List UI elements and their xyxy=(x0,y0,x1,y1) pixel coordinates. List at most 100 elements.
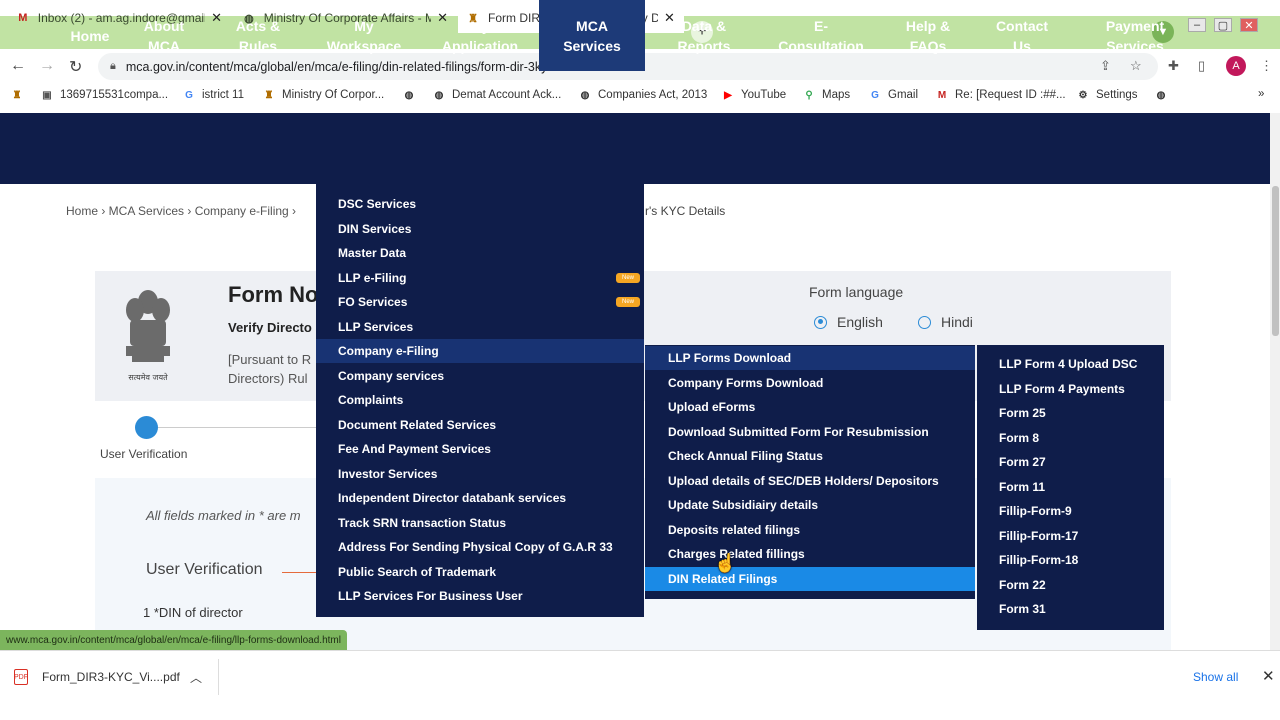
nav-my-application[interactable]: My Application xyxy=(430,0,530,71)
window-close-icon[interactable]: ✕ xyxy=(1240,18,1258,32)
scrollbar-thumb[interactable] xyxy=(1272,186,1279,336)
divider xyxy=(218,659,219,695)
submenu-download-resubmission[interactable]: Download Submitted Form For Resubmission xyxy=(645,420,975,444)
submenu-company-forms-download[interactable]: Company Forms Download xyxy=(645,371,975,395)
globe-icon: ◍ xyxy=(1156,89,1166,101)
nav-acts-rules[interactable]: Acts & Rules xyxy=(220,0,296,71)
menu-item-document-services[interactable]: Document Related Services xyxy=(316,413,644,437)
bookmark-item[interactable]: Gistrict 11 xyxy=(182,88,244,102)
national-emblem-logo: सत्यमेव जयते xyxy=(126,290,170,382)
bookmark-label: istrict 11 xyxy=(202,89,244,101)
nav-contact-us[interactable]: Contact Us xyxy=(982,0,1062,71)
gmail-icon: M xyxy=(937,89,947,101)
nav-mca-services[interactable]: MCA Services xyxy=(539,0,645,71)
submenu-upload-eforms[interactable]: Upload eForms xyxy=(645,395,975,419)
nav-my-workspace[interactable]: My Workspace xyxy=(314,0,414,71)
subsubmenu-form-22[interactable]: Form 22 xyxy=(977,573,1164,597)
radio-hindi[interactable]: Hindi xyxy=(918,314,973,330)
subsubmenu-fillip-form-9[interactable]: Fillip-Form-9 xyxy=(977,499,1164,523)
section-title: User Verification xyxy=(146,561,263,578)
bookmark-item[interactable]: ⚲ Maps xyxy=(802,88,850,102)
submenu-annual-filing-status[interactable]: Check Annual Filing Status xyxy=(645,444,975,468)
bookmark-item[interactable]: ⚙ Settings xyxy=(1076,88,1138,102)
menu-item-gar-33-address[interactable]: Address For Sending Physical Copy of G.A… xyxy=(316,535,644,559)
menu-item-llp-efiling[interactable]: LLP e-Filing xyxy=(316,266,644,290)
bookmark-item[interactable]: ♜ xyxy=(10,88,30,102)
globe-icon: ◍ xyxy=(404,89,414,101)
submenu-llp-forms-download[interactable]: LLP Forms Download xyxy=(645,346,975,370)
chevron-up-icon[interactable]: ︿ xyxy=(190,669,202,686)
bookmark-item[interactable]: ◍ Demat Account Ack... xyxy=(432,88,562,102)
subsubmenu-form-27[interactable]: Form 27 xyxy=(977,450,1164,474)
radio-english[interactable]: English xyxy=(814,314,883,330)
menu-item-track-srn[interactable]: Track SRN transaction Status xyxy=(316,511,644,535)
globe-icon: ◍ xyxy=(434,89,444,101)
download-item[interactable]: PDF Form_DIR3-KYC_Vi....pdf xyxy=(14,669,180,685)
subsubmenu-form-8[interactable]: Form 8 xyxy=(977,426,1164,450)
bookmark-item[interactable]: ◍ xyxy=(1154,88,1174,102)
menu-item-independent-director[interactable]: Independent Director databank services xyxy=(316,486,644,510)
subsubmenu-llp-form4-payments[interactable]: LLP Form 4 Payments xyxy=(977,377,1164,401)
avatar[interactable]: A xyxy=(1226,56,1246,76)
subsubmenu-llp-form4-dsc[interactable]: LLP Form 4 Upload DSC xyxy=(977,352,1164,376)
bookmark-item[interactable]: M Re: [Request ID :##... xyxy=(935,88,1066,102)
section-underline xyxy=(282,572,318,573)
submenu-din-related-filings[interactable]: DIN Related Filings xyxy=(645,567,975,591)
submenu-charges-filings[interactable]: Charges Related fillings xyxy=(645,542,975,566)
minimize-icon[interactable]: – xyxy=(1188,18,1206,32)
pdf-file-icon: PDF xyxy=(14,669,28,685)
subsubmenu-form-25[interactable]: Form 25 xyxy=(977,401,1164,425)
menu-item-fee-payment[interactable]: Fee And Payment Services xyxy=(316,437,644,461)
menu-item-din-services[interactable]: DIN Services xyxy=(316,217,644,241)
more-bookmarks-icon[interactable]: » xyxy=(1258,88,1264,100)
restore-icon[interactable]: ▢ xyxy=(1214,18,1232,32)
mouse-pointer-icon: ☝ xyxy=(714,553,737,573)
submenu-update-subsidiary[interactable]: Update Subsidiairy details xyxy=(645,493,975,517)
bookmark-item[interactable]: ◍ xyxy=(402,88,422,102)
side-panel-icon[interactable]: ▯ xyxy=(1198,58,1205,74)
nav-help-faqs[interactable]: Help & FAQs xyxy=(892,0,964,71)
back-icon[interactable]: ← xyxy=(10,57,26,75)
menu-item-trademark-search[interactable]: Public Search of Trademark xyxy=(316,560,644,584)
menu-item-investor-services[interactable]: Investor Services xyxy=(316,462,644,486)
menu-item-master-data[interactable]: Master Data xyxy=(316,241,644,265)
menu-item-fo-services[interactable]: FO Services xyxy=(316,290,644,314)
nav-payment-services[interactable]: Payment Services xyxy=(1090,0,1180,71)
link-status-bar: www.mca.gov.in/content/mca/global/en/mca… xyxy=(0,630,347,650)
breadcrumb[interactable]: Home › MCA Services › Company e-Filing › xyxy=(66,204,296,218)
menu-item-company-services[interactable]: Company services xyxy=(316,364,644,388)
menu-item-company-efiling[interactable]: Company e-Filing xyxy=(316,339,644,363)
subsubmenu-fillip-form-18[interactable]: Fillip-Form-18 xyxy=(977,548,1164,572)
radio-unselected-icon xyxy=(918,315,931,329)
nav-home[interactable]: Home xyxy=(58,0,122,71)
downloads-bar: PDF Form_DIR3-KYC_Vi....pdf ︿ Show all ✕ xyxy=(0,650,1280,704)
stepper-step-1 xyxy=(135,416,158,439)
subsubmenu-form-11[interactable]: Form 11 xyxy=(977,475,1164,499)
show-all-downloads-link[interactable]: Show all xyxy=(1193,670,1238,684)
bookmark-item[interactable]: G Gmail xyxy=(868,88,918,102)
kebab-menu-icon[interactable]: ⋮ xyxy=(1260,58,1273,74)
emblem-icon: ♜ xyxy=(264,89,274,101)
menu-item-complaints[interactable]: Complaints xyxy=(316,388,644,412)
submenu-deposits-filings[interactable]: Deposits related filings xyxy=(645,518,975,542)
menu-item-dsc-services[interactable]: DSC Services xyxy=(316,192,644,216)
site-icon: ▣ xyxy=(42,89,52,101)
menu-item-llp-business-user[interactable]: LLP Services For Business User xyxy=(316,584,644,608)
bookmark-label: Settings xyxy=(1096,89,1138,101)
menu-item-llp-services[interactable]: LLP Services xyxy=(316,315,644,339)
subsubmenu-fillip-form-17[interactable]: Fillip-Form-17 xyxy=(977,524,1164,548)
bookmark-label: YouTube xyxy=(741,89,787,101)
bookmark-item[interactable]: ▣ 1369715531compa... xyxy=(40,88,168,102)
submenu-upload-sec-deb[interactable]: Upload details of SEC/DEB Holders/ Depos… xyxy=(645,469,975,493)
subsubmenu-form-31[interactable]: Form 31 xyxy=(977,597,1164,621)
breadcrumb-current: r's KYC Details xyxy=(645,204,726,218)
close-icon[interactable]: ✕ xyxy=(1262,667,1275,685)
bookmark-item[interactable]: ◍ Companies Act, 2013 xyxy=(578,88,708,102)
forward-icon[interactable]: → xyxy=(39,57,55,75)
bookmark-item[interactable]: ▶ YouTube xyxy=(721,88,786,102)
nav-about-mca[interactable]: About MCA xyxy=(130,0,198,71)
nav-data-reports[interactable]: Data & Reports xyxy=(660,0,748,71)
nav-e-consultation[interactable]: E- Consultation xyxy=(766,0,876,71)
bookmark-item[interactable]: ♜ Ministry Of Corpor... xyxy=(262,88,385,102)
stepper-label: User Verification xyxy=(100,447,188,461)
